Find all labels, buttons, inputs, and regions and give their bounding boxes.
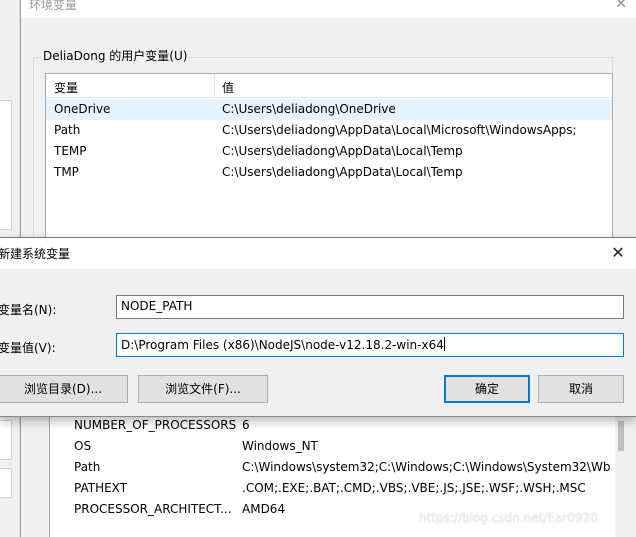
window-scrollbar[interactable]: ▲ xyxy=(624,400,636,537)
var-value: Windows_NT xyxy=(242,439,318,453)
var-value: C:\Users\deliadong\OneDrive xyxy=(222,102,396,116)
var-value: AMD64 xyxy=(242,502,286,516)
var-value: .COM;.EXE;.BAT;.CMD;.VBS;.VBE;.JS;.JSE;.… xyxy=(242,481,586,495)
variable-value-text: D:\Program Files (x86)\NodeJS\node-v12.1… xyxy=(121,338,444,352)
var-value: C:\Users\deliadong\AppData\Local\Microso… xyxy=(222,123,577,137)
background-panel xyxy=(0,100,12,230)
variable-value-label: 变量值(V): xyxy=(0,341,56,355)
dialog-titlebar: 新建系统变量 ✕ xyxy=(0,238,636,269)
background-panel xyxy=(0,420,12,460)
user-vars-list[interactable]: 变量 值 OneDrive C:\Users\deliadong\OneDriv… xyxy=(45,73,613,245)
var-name: TMP xyxy=(54,165,79,179)
user-var-row-path[interactable]: Path C:\Users\deliadong\AppData\Local\Mi… xyxy=(46,120,612,141)
env-window-title: 环境变量 xyxy=(29,0,78,12)
var-name: OneDrive xyxy=(54,102,111,116)
close-icon[interactable]: ✕ xyxy=(615,0,627,12)
variable-name-label: 变量名(N): xyxy=(0,303,57,317)
var-name: OS xyxy=(74,439,92,453)
var-name: Path xyxy=(54,123,81,137)
watermark-text: https://blog.csdn.net/Ear0920 xyxy=(419,511,598,525)
browse-directory-button[interactable]: 浏览目录(D)... xyxy=(0,375,128,403)
column-separator[interactable] xyxy=(214,74,215,98)
user-var-row-tmp[interactable]: TMP C:\Users\deliadong\AppData\Local\Tem… xyxy=(46,162,612,183)
user-var-row-temp[interactable]: TEMP C:\Users\deliadong\AppData\Local\Te… xyxy=(46,141,612,162)
var-name: PATHEXT xyxy=(74,481,128,495)
variable-value-input[interactable]: D:\Program Files (x86)\NodeJS\node-v12.1… xyxy=(116,333,624,357)
column-header-name[interactable]: 变量 xyxy=(54,79,78,96)
new-system-variable-dialog: 新建系统变量 ✕ 变量名(N): NODE_PATH 变量值(V): D:\Pr… xyxy=(0,237,636,417)
var-value: 6 xyxy=(242,418,250,432)
var-value: C:\Windows\system32;C:\Windows;C:\Window… xyxy=(242,460,612,474)
cancel-button[interactable]: 取消 xyxy=(538,375,624,403)
var-value: C:\Users\deliadong\AppData\Local\Temp xyxy=(222,165,463,179)
var-name: Path xyxy=(74,460,101,474)
browse-file-button[interactable]: 浏览文件(F)... xyxy=(138,375,268,403)
var-value: C:\Users\deliadong\AppData\Local\Temp xyxy=(222,144,463,158)
system-var-row[interactable]: PATHEXT .COM;.EXE;.BAT;.CMD;.VBS;.VBE;.J… xyxy=(50,478,632,499)
system-var-row[interactable]: NUMBER_OF_PROCESSORS 6 xyxy=(50,415,632,436)
column-header-value[interactable]: 值 xyxy=(222,79,234,96)
close-icon[interactable]: ✕ xyxy=(606,241,630,265)
user-vars-group-label: DeliaDong 的用户变量(U) xyxy=(42,47,189,64)
system-var-row[interactable]: Path C:\Windows\system32;C:\Windows;C:\W… xyxy=(50,457,632,478)
variable-name-value: NODE_PATH xyxy=(121,299,193,313)
env-window-titlebar: 环境变量 ✕ xyxy=(21,0,636,18)
list-header: 变量 值 xyxy=(46,74,612,98)
var-name: NUMBER_OF_PROCESSORS xyxy=(74,418,237,432)
variable-name-input[interactable]: NODE_PATH xyxy=(116,295,624,319)
system-var-row[interactable]: OS Windows_NT xyxy=(50,436,632,457)
ok-button[interactable]: 确定 xyxy=(444,375,530,403)
text-caret xyxy=(443,337,445,351)
background-panel xyxy=(0,468,12,498)
var-name: TEMP xyxy=(54,144,87,158)
user-var-row-onedrive[interactable]: OneDrive C:\Users\deliadong\OneDrive xyxy=(46,99,612,120)
dialog-title: 新建系统变量 xyxy=(0,247,71,261)
var-name: PROCESSOR_ARCHITECT... xyxy=(74,502,232,516)
